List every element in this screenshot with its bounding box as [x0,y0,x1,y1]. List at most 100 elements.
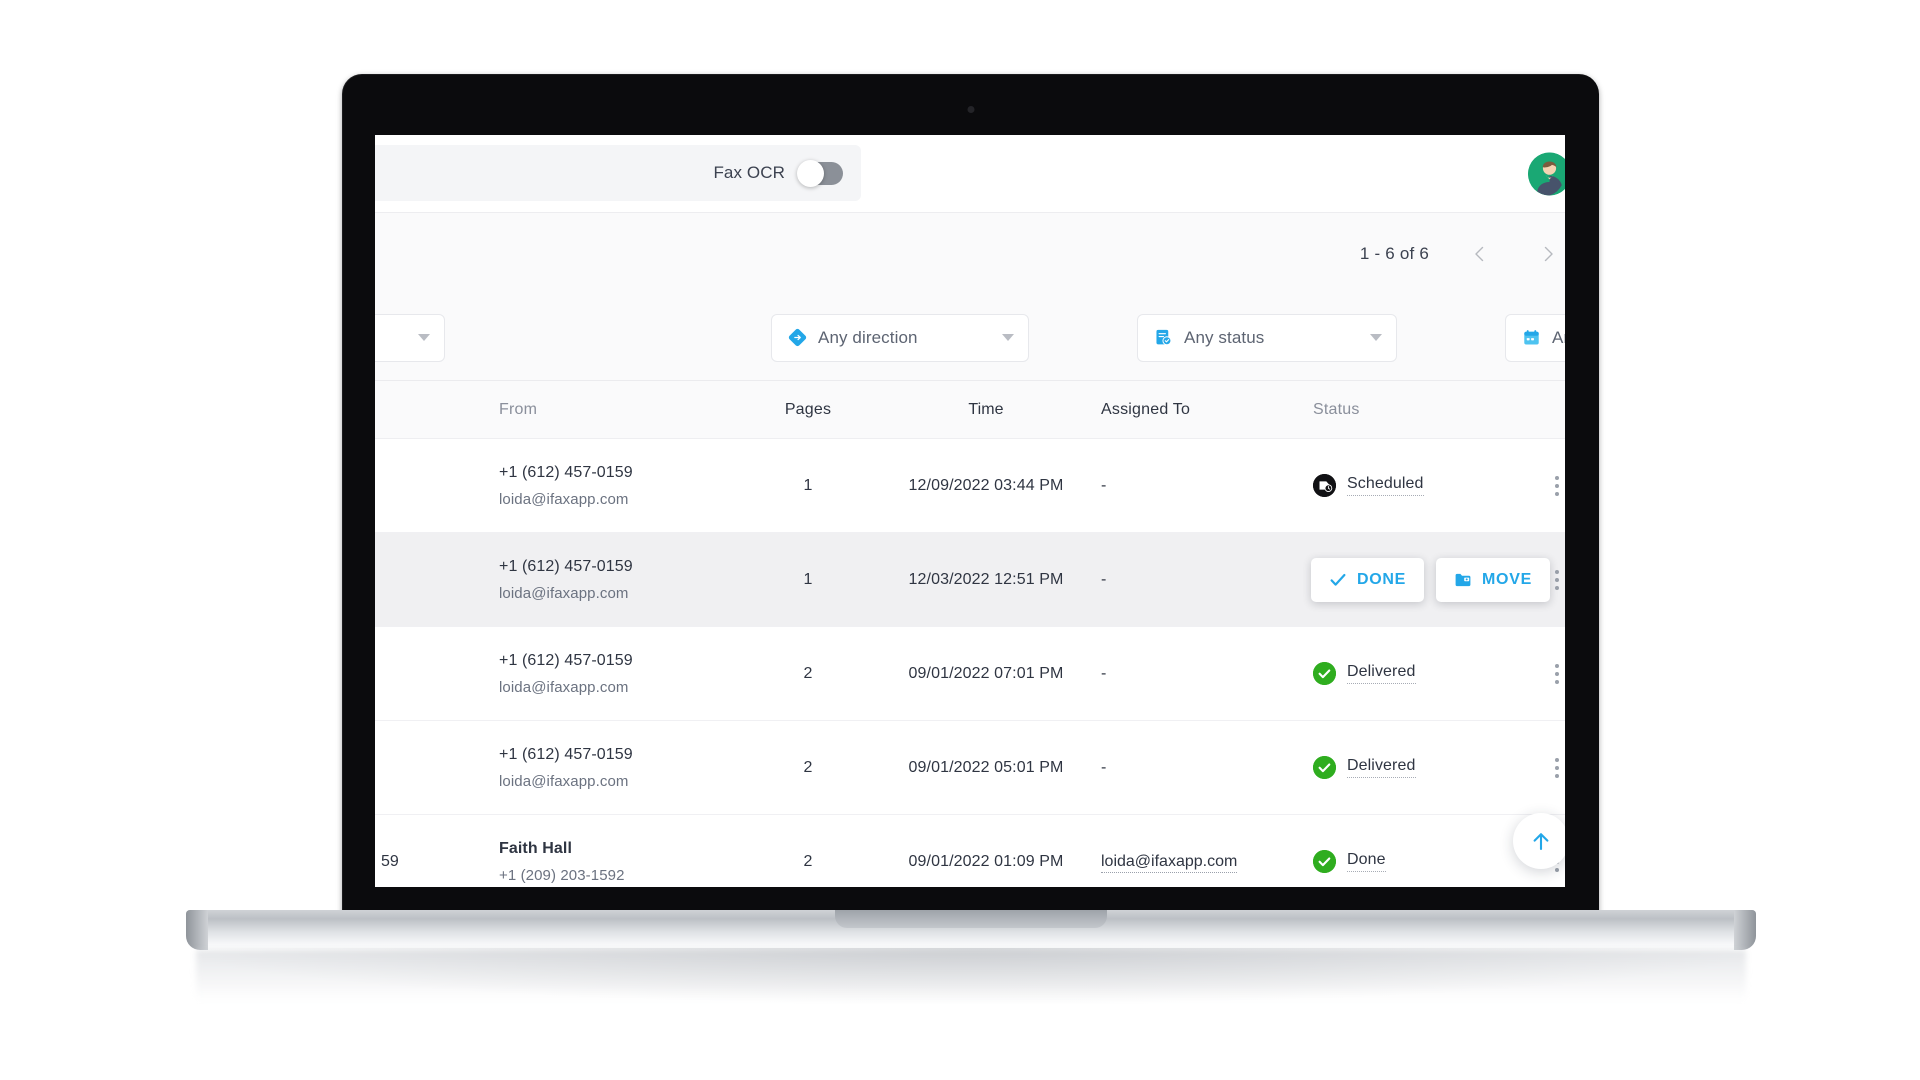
chevron-right-icon [1544,246,1553,262]
status-label: Scheduled [1347,475,1424,496]
kebab-menu-icon [1555,757,1559,778]
fax-ocr-control[interactable]: Fax OCR [375,145,861,201]
status-label: Delivered [1347,663,1416,684]
row-time: 09/01/2022 05:01 PM [908,758,1064,776]
row-from-secondary: +1 (209) 203-1592 [499,866,625,884]
filter-direction-select[interactable]: Any direction [771,313,1029,362]
row-pages: 1 [803,476,813,494]
filter-status-select[interactable]: Any status [1137,313,1397,362]
folder-move-icon [1455,573,1471,586]
table-header-row: From Pages Time Assigned To Status [375,381,1565,439]
row-pages: 2 [803,664,813,682]
filter-folder-select[interactable] [375,313,445,362]
chevron-down-icon [1002,334,1014,341]
chevron-down-icon [418,334,430,341]
laptop-shadow [196,948,1746,1004]
status-scheduled-icon [1313,474,1336,497]
laptop-base-right-edge [1734,910,1756,950]
status-label: Done [1347,851,1386,872]
row-from-cell: +1 (612) 457-0159 loida@ifaxapp.com [495,746,745,790]
kebab-menu-icon [1555,569,1559,590]
check-icon [1330,573,1346,586]
filter-bar: Any direction Any status A [375,295,1565,381]
check-circle-icon [1313,756,1336,779]
row-from-secondary: loida@ifaxapp.com [499,678,629,696]
filter-time-label: Any time [1552,327,1565,347]
row-time: 12/03/2022 12:51 PM [908,570,1064,588]
row-from-cell: +1 (612) 457-0159 loida@ifaxapp.com [495,558,745,602]
scroll-to-top-button[interactable] [1513,813,1565,869]
row-from-primary: +1 (612) 457-0159 [499,745,633,763]
calendar-icon [1524,330,1539,345]
header-assigned-to: Assigned To [1101,400,1191,418]
row-name: 59 [381,852,399,870]
done-button[interactable]: DONE [1311,557,1425,602]
status-label: Delivered [1347,757,1416,778]
toggle-knob [797,159,824,187]
app-display-viewport: Fax OCR 1 - 6 of 6 Any direction Any sta… [375,135,1565,887]
row-from-primary: +1 (612) 457-0159 [499,557,633,575]
done-button-label: DONE [1357,570,1407,588]
row-overflow-menu-button[interactable] [1519,757,1565,778]
row-overflow-menu-button[interactable] [1519,663,1565,684]
status-delivered-icon [1313,662,1336,685]
kebab-menu-icon [1555,475,1559,496]
move-button[interactable]: MOVE [1436,557,1550,602]
row-assigned: - [1101,570,1107,588]
row-assigned: - [1101,664,1107,682]
row-status-cell: Delivered [1301,662,1519,685]
laptop-mockup: Fax OCR 1 - 6 of 6 Any direction Any sta… [0,0,1920,1080]
row-from-secondary: loida@ifaxapp.com [499,490,629,508]
filter-time-select[interactable]: Any time [1505,313,1565,362]
fax-ocr-toggle[interactable] [797,159,843,187]
avatar-person-icon [1528,152,1565,195]
row-from-cell: +1 (612) 457-0159 loida@ifaxapp.com [495,464,745,508]
row-time: 12/09/2022 03:44 PM [908,476,1064,494]
avatar[interactable] [1528,152,1565,195]
status-document-icon [1156,329,1172,346]
fax-ocr-label: Fax OCR [713,163,785,182]
table-row[interactable]: +1 (612) 457-0159 loida@ifaxapp.com 1 12… [375,533,1565,627]
table-row[interactable]: +1 (612) 457-0159 loida@ifaxapp.com 2 09… [375,627,1565,721]
row-from-cell: Faith Hall +1 (209) 203-1592 [495,840,745,884]
row-overflow-menu-button[interactable] [1519,475,1565,496]
laptop-base [186,910,1756,950]
row-status-cell: DONE MOVE [1301,557,1550,602]
row-time: 09/01/2022 07:01 PM [908,664,1064,682]
laptop-base-notch [835,910,1107,928]
top-bar: Fax OCR [375,135,1565,213]
row-pages: 1 [803,570,813,588]
table-row[interactable]: +1 (612) 457-0159 loida@ifaxapp.com 1 12… [375,439,1565,533]
row-assigned: - [1101,758,1107,776]
header-pages: Pages [784,400,832,418]
row-pages: 2 [803,758,813,776]
pagination-next-button[interactable] [1531,237,1565,271]
row-from-cell: +1 (612) 457-0159 loida@ifaxapp.com [495,652,745,696]
row-status-cell: Scheduled [1301,474,1519,497]
table-row[interactable]: 59 Faith Hall +1 (209) 203-1592 2 09/01/… [375,815,1565,887]
fax-inbox-app: Fax OCR 1 - 6 of 6 Any direction Any sta… [375,135,1565,887]
arrow-up-icon [1533,833,1549,851]
pagination-prev-button[interactable] [1463,237,1497,271]
pagination-bar: 1 - 6 of 6 [375,213,1565,295]
header-status: Status [1313,400,1360,418]
row-assigned: - [1101,476,1107,494]
laptop-base-left-edge [186,910,208,950]
row-assigned[interactable]: loida@ifaxapp.com [1101,852,1238,873]
direction-diamond-icon [788,328,807,347]
kebab-menu-icon [1555,663,1559,684]
check-circle-icon [1313,850,1336,873]
row-status-cell: Delivered [1301,756,1519,779]
move-button-label: MOVE [1482,570,1532,588]
check-circle-icon [1313,662,1336,685]
row-from-secondary: loida@ifaxapp.com [499,772,629,790]
chevron-down-icon [1370,334,1382,341]
row-pages: 2 [803,852,813,870]
status-done-icon [1313,850,1336,873]
table-row[interactable]: +1 (612) 457-0159 loida@ifaxapp.com 2 09… [375,721,1565,815]
pagination-range: 1 - 6 of 6 [1359,244,1429,263]
row-status-cell: Done [1301,850,1519,873]
scheduled-glyph-icon [1313,474,1336,497]
status-delivered-icon [1313,756,1336,779]
filter-status-label: Any status [1184,327,1265,347]
